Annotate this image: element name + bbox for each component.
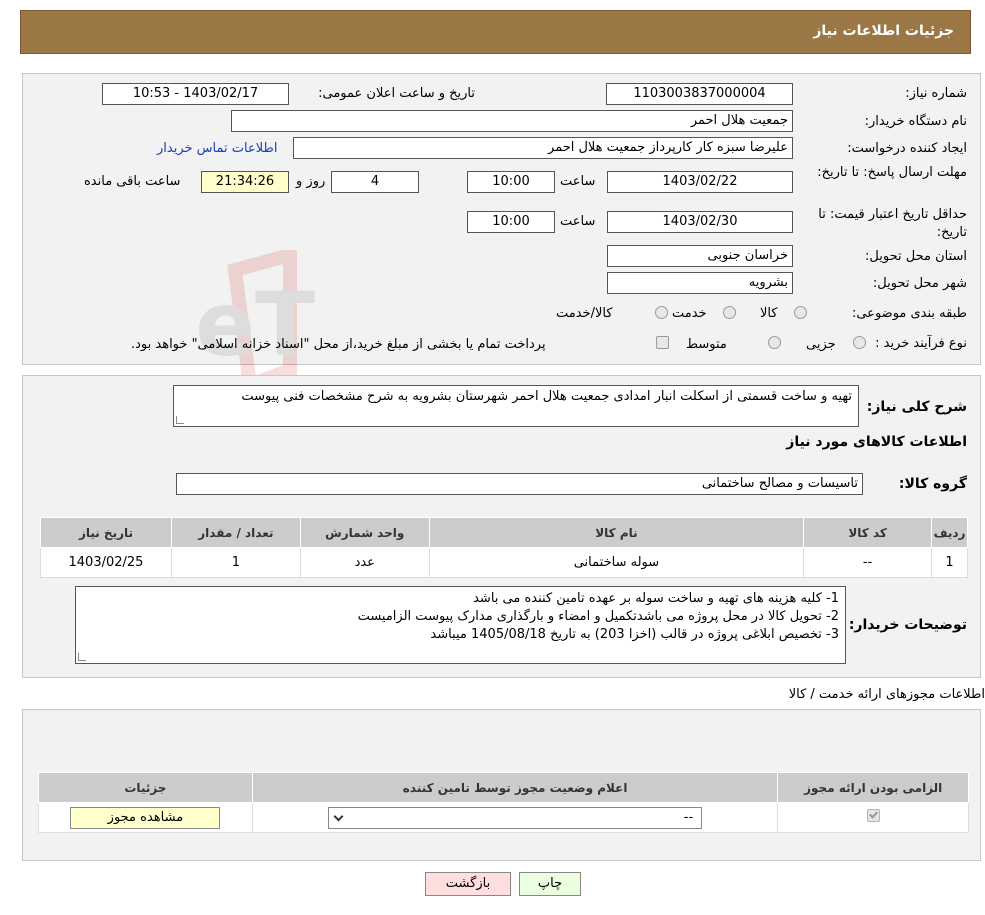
province-field: خراسان جنوبی (607, 245, 793, 267)
col-unit: واحد شمارش (299, 517, 430, 548)
resize-grip-icon[interactable] (176, 416, 184, 424)
cell-required (777, 802, 969, 833)
license-status-select[interactable]: -- (328, 806, 703, 829)
process-medium-label: متوسط (686, 337, 727, 352)
page-title: جزئیات اطلاعات نیاز (813, 23, 954, 39)
requester-label: ایجاد کننده درخواست: (847, 141, 967, 156)
category-goods-label: کالا (760, 306, 778, 321)
back-button[interactable]: بازگشت (425, 872, 511, 896)
deadline-time-label: ساعت (560, 174, 596, 189)
col-row: ردیف (931, 517, 968, 548)
category-service-label: خدمت (672, 306, 707, 321)
buyer-org-field: جمعیت هلال احمر (231, 110, 793, 132)
resize-grip-icon[interactable] (78, 653, 86, 661)
cell-row: 1 (931, 547, 968, 578)
deadline-date-field: 1403/02/22 (607, 171, 793, 193)
validity-time-label: ساعت (560, 214, 596, 229)
remaining-label: ساعت باقی مانده (84, 174, 181, 189)
validity-date-field: 1403/02/30 (607, 211, 793, 233)
buyer-notes-textarea: 1- کلیه هزینه های تهیه و ساخت سوله بر عه… (75, 586, 846, 664)
goods-table: ردیف کد کالا نام کالا واحد شمارش تعداد /… (40, 517, 968, 578)
category-goods-radio[interactable] (794, 306, 807, 319)
deadline-label: مهلت ارسال پاسخ: تا تاریخ: (817, 165, 967, 180)
cell-status: -- (251, 802, 779, 833)
requester-field: علیرضا سبزه کار کارپرداز جمعیت هلال احمر (293, 137, 793, 159)
process-treasury-checkbox[interactable] (656, 336, 669, 349)
announce-label: تاریخ و ساعت اعلان عمومی: (318, 86, 475, 101)
print-button[interactable]: چاپ (519, 872, 581, 896)
city-field: بشرویه (607, 272, 793, 294)
goods-group-field: تاسیسات و مصالح ساختمانی (176, 473, 863, 495)
province-label: استان محل تحویل: (865, 249, 967, 264)
days-label: روز و (296, 174, 326, 189)
goods-group-label: گروه کالا: (898, 476, 967, 492)
buyer-note-line: 1- کلیه هزینه های تهیه و ساخت سوله بر عه… (473, 591, 839, 606)
cell-name: سوله ساختمانی (428, 547, 805, 578)
validity-label: حداقل تاریخ اعتبار قیمت: تا تاریخ: (818, 207, 967, 240)
category-both-radio[interactable] (655, 306, 668, 319)
deadline-time-field: 10:00 (467, 171, 555, 193)
buyer-notes-label: توضیحات خریدار: (848, 617, 967, 633)
cell-unit: عدد (299, 547, 430, 578)
buyer-note-line: 2- تحویل کالا در محل پروژه می باشدتکمیل … (357, 609, 839, 624)
col-code: کد کالا (803, 517, 933, 548)
licenses-table: الزامی بودن ارائه مجوز اعلام وضعیت مجوز … (38, 772, 969, 833)
need-number-field: 1103003837000004 (606, 83, 793, 105)
page-header: جزئیات اطلاعات نیاز (20, 10, 971, 54)
col-date: تاریخ نیاز (40, 517, 172, 548)
process-minor-radio[interactable] (853, 336, 866, 349)
goods-table-header: ردیف کد کالا نام کالا واحد شمارش تعداد /… (40, 517, 968, 548)
buyer-contact-link[interactable]: اطلاعات تماس خریدار (157, 141, 277, 156)
table-row: 1 -- سوله ساختمانی عدد 1 1403/02/25 (40, 547, 968, 578)
col-status: اعلام وضعیت مجوز توسط تامین کننده (251, 772, 779, 803)
goods-section-title: اطلاعات کالاهای مورد نیاز (786, 434, 967, 450)
summary-label: شرح کلی نیاز: (866, 399, 967, 415)
license-status-value: -- (683, 809, 694, 825)
check-icon (868, 809, 878, 819)
process-minor-label: جزیی (806, 337, 836, 352)
cell-details: مشاهده مجوز (38, 802, 253, 833)
announce-field: 1403/02/17 - 10:53 (102, 83, 289, 105)
buyer-note-line: 3- تخصیص ابلاغی پروژه در قالب (اخزا 203)… (430, 627, 839, 642)
buyer-org-label: نام دستگاه خریدار: (864, 114, 967, 129)
col-details: جزئیات (38, 772, 253, 803)
col-name: نام کالا (428, 517, 805, 548)
cell-qty: 1 (170, 547, 301, 578)
cell-date: 1403/02/25 (40, 547, 172, 578)
summary-textarea: تهیه و ساخت قسمتی از اسکلت انبار امدادی … (173, 385, 859, 427)
summary-text: تهیه و ساخت قسمتی از اسکلت انبار امدادی … (241, 389, 852, 404)
col-required: الزامی بودن ارائه مجوز (777, 772, 969, 803)
category-both-label: کالا/خدمت (556, 306, 613, 321)
table-row: -- مشاهده مجوز (38, 802, 969, 833)
col-qty: تعداد / مقدار (170, 517, 301, 548)
category-service-radio[interactable] (723, 306, 736, 319)
days-field: 4 (331, 171, 419, 193)
remaining-time-field: 21:34:26 (201, 171, 289, 193)
cell-code: -- (803, 547, 933, 578)
licenses-table-header: الزامی بودن ارائه مجوز اعلام وضعیت مجوز … (38, 772, 969, 803)
required-checkbox[interactable] (866, 809, 880, 822)
category-label: طبقه بندی موضوعی: (851, 306, 967, 321)
city-label: شهر محل تحویل: (872, 276, 967, 291)
process-note: پرداخت تمام یا بخشی از مبلغ خرید،از محل … (131, 337, 546, 352)
need-number-label: شماره نیاز: (905, 86, 967, 101)
chevron-down-icon (333, 811, 344, 821)
validity-time-field: 10:00 (467, 211, 555, 233)
licenses-title: اطلاعات مجوزهای ارائه خدمت / کالا (788, 687, 985, 702)
process-medium-radio[interactable] (768, 336, 781, 349)
process-label: نوع فرآیند خرید : (875, 336, 967, 351)
view-license-button[interactable]: مشاهده مجوز (70, 806, 221, 829)
